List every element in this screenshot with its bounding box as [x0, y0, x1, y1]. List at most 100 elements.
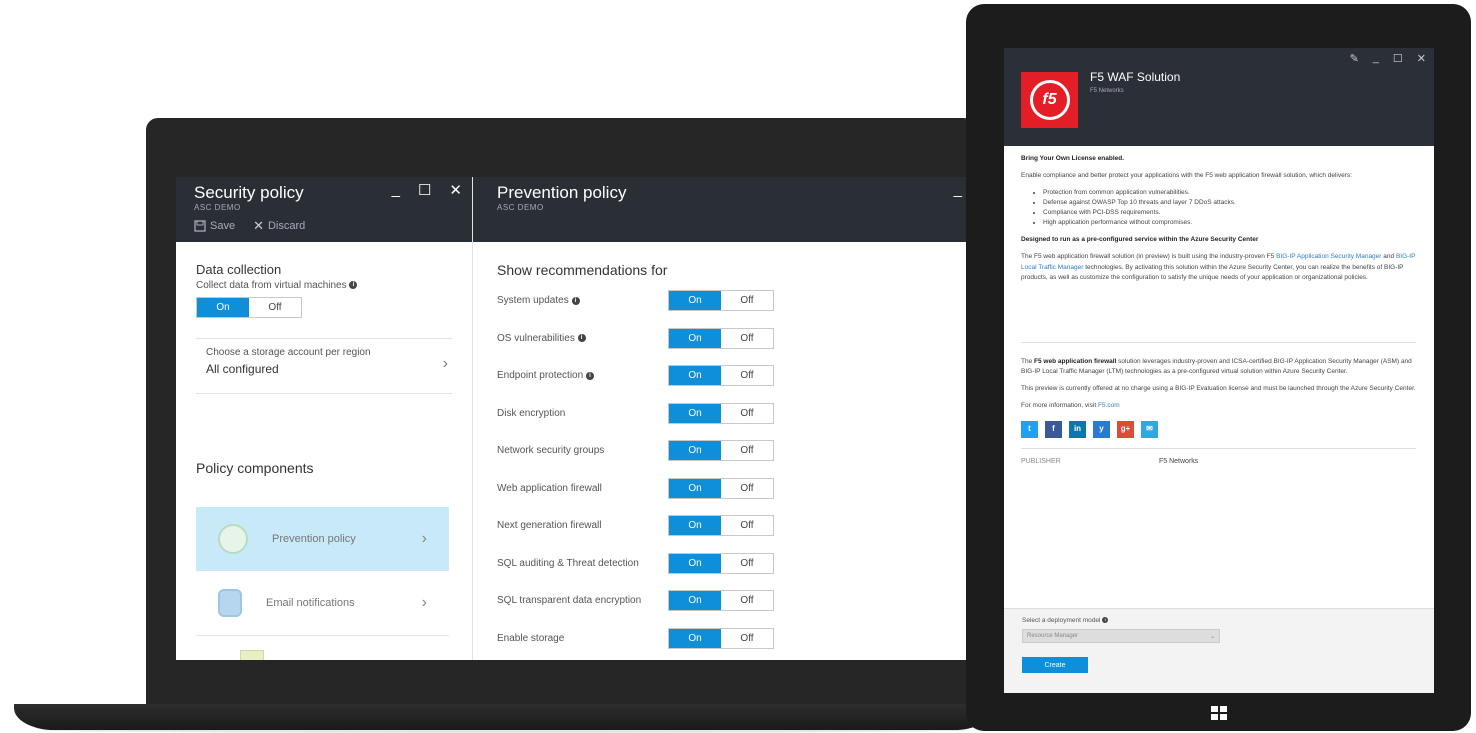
toggle-off[interactable]: Off	[721, 553, 773, 573]
recommendation-toggle[interactable]: On Off	[668, 477, 774, 499]
discard-label: Discard	[267, 220, 306, 232]
laptop-screen: Security policy ASC DEMO _ ☐ ✕ Save ✕ Di…	[176, 177, 966, 660]
toggle-on[interactable]: On	[669, 628, 721, 648]
storage-account-selector[interactable]: Choose a storage account per region All …	[196, 338, 452, 394]
toggle-off[interactable]: Off	[249, 298, 301, 317]
close-icon[interactable]: ✕	[1417, 52, 1426, 65]
windows-logo-icon[interactable]	[1211, 706, 1227, 720]
recommendation-toggle[interactable]: On Off	[668, 627, 774, 649]
recommendation-toggle[interactable]: On Off	[668, 440, 774, 462]
twitter-icon[interactable]: t	[1021, 420, 1038, 438]
deployment-model-select[interactable]: Resource Manager ⌄	[1022, 629, 1220, 643]
minimize-icon[interactable]: _	[954, 181, 962, 198]
policy-component-next[interactable]	[196, 635, 449, 660]
maximize-icon[interactable]: ☐	[418, 181, 431, 199]
f5-website-link[interactable]: F5.com	[1098, 402, 1120, 409]
recommendation-row: SQL transparent data encryption On Off	[497, 582, 942, 620]
facebook-icon[interactable]: f	[1045, 420, 1062, 438]
toggle-on[interactable]: On	[669, 553, 721, 573]
info-icon[interactable]: i	[1102, 617, 1109, 624]
recommendation-toggle[interactable]: On Off	[668, 515, 774, 537]
policy-component-label: Prevention policy	[272, 533, 356, 545]
f5-logo: f5	[1021, 72, 1078, 128]
recommendation-list: System updates i On Off OS vulnerabilities …	[497, 282, 942, 657]
recommendation-label-text: Web application firewall	[497, 482, 602, 494]
toggle-on[interactable]: On	[669, 366, 721, 386]
info-icon[interactable]: i	[349, 281, 358, 290]
create-button[interactable]: Create	[1022, 657, 1088, 673]
toggle-on[interactable]: On	[669, 328, 721, 348]
data-collection-toggle[interactable]: On Off	[196, 297, 302, 318]
toggle-on[interactable]: On	[197, 298, 249, 317]
recommendation-toggle[interactable]: On Off	[668, 365, 774, 387]
recommendation-label: Enable storage	[497, 633, 667, 644]
app-title: F5 WAF Solution	[1090, 70, 1181, 84]
toggle-on[interactable]: On	[669, 441, 721, 461]
security-blade-toolbar: Save ✕ Discard	[194, 218, 454, 234]
prevention-blade-controls: _	[954, 181, 962, 198]
save-button[interactable]: Save	[194, 218, 235, 234]
recommendation-toggle[interactable]: On Off	[668, 402, 774, 424]
prevention-policy-blade: Prevention policy ASC DEMO _ Show recomm…	[473, 177, 966, 660]
googleplus-icon[interactable]: g+	[1117, 420, 1134, 438]
text-span: For more information, visit	[1021, 401, 1098, 409]
linkedin-icon[interactable]: in	[1069, 420, 1086, 438]
benefit-item: Protection from common application vulne…	[1043, 188, 1416, 198]
toggle-on[interactable]: On	[669, 516, 721, 536]
info-icon[interactable]: i	[577, 334, 586, 343]
recommendation-label-text: System updates	[497, 295, 569, 307]
toggle-on[interactable]: On	[669, 403, 721, 423]
toggle-off[interactable]: Off	[721, 366, 773, 386]
recommendation-label-text: SQL auditing & Threat detection	[497, 557, 639, 569]
chevron-right-icon: ›	[421, 594, 427, 611]
prevention-blade-subtitle: ASC DEMO	[497, 203, 544, 212]
recommendation-label: SQL transparent data encryption	[497, 595, 667, 606]
email-icon[interactable]: ✉	[1141, 420, 1158, 438]
recommendation-row: OS vulnerabilities i On Off	[497, 320, 942, 358]
policy-component-prevention[interactable]: Prevention policy ›	[196, 507, 449, 571]
recommendation-row: Network security groups On Off	[497, 432, 942, 470]
minimize-icon[interactable]: _	[392, 181, 400, 199]
info-icon[interactable]: i	[585, 371, 594, 380]
maximize-icon[interactable]: ☐	[1393, 52, 1403, 65]
toggle-off[interactable]: Off	[721, 591, 773, 611]
toggle-off[interactable]: Off	[721, 441, 773, 461]
deployment-model-value: Resource Manager	[1027, 633, 1079, 639]
pin-icon[interactable]: ✎	[1350, 52, 1359, 65]
security-blade-controls: _ ☐ ✕	[392, 181, 462, 199]
windows-logo-pane	[1211, 706, 1218, 712]
recommendation-toggle[interactable]: On Off	[668, 327, 774, 349]
storage-account-label: Choose a storage account per region	[206, 347, 371, 358]
recommendation-label-text: OS vulnerabilities	[497, 332, 575, 344]
recommendations-title: Show recommendations for	[497, 262, 668, 278]
pricing-icon	[240, 650, 264, 660]
toggle-off[interactable]: Off	[721, 291, 773, 311]
recommendation-toggle[interactable]: On Off	[668, 290, 774, 312]
recommendation-toggle[interactable]: On Off	[668, 552, 774, 574]
toggle-off[interactable]: Off	[721, 516, 773, 536]
toggle-off[interactable]: Off	[721, 403, 773, 423]
recommendation-label: Web application firewall	[497, 483, 667, 494]
recommendation-label-text: Next generation firewall	[497, 520, 602, 532]
toggle-on[interactable]: On	[669, 478, 721, 498]
toggle-off[interactable]: Off	[721, 478, 773, 498]
recommendation-toggle[interactable]: On Off	[668, 590, 774, 612]
minimize-icon[interactable]: _	[1373, 52, 1379, 65]
yammer-icon[interactable]: y	[1093, 420, 1110, 438]
data-collection-description-text: Collect data from virtual machines	[196, 280, 347, 291]
toggle-off[interactable]: Off	[721, 628, 773, 648]
security-blade-body: Data collection Collect data from virtua…	[176, 242, 472, 496]
discard-button[interactable]: ✕ Discard	[253, 218, 305, 234]
policy-component-email[interactable]: Email notifications ›	[196, 571, 449, 635]
toggle-off[interactable]: Off	[721, 328, 773, 348]
recommendation-label: SQL auditing & Threat detection	[497, 558, 667, 569]
close-icon[interactable]: ✕	[449, 181, 462, 199]
recommendation-label-text: SQL transparent data encryption	[497, 595, 642, 607]
recommendation-row: Enable storage On Off	[497, 620, 942, 658]
windows-logo-pane	[1220, 706, 1227, 712]
info-icon[interactable]: i	[571, 296, 580, 305]
asm-link[interactable]: BIG-IP Application Security Manager	[1276, 253, 1381, 260]
toggle-on[interactable]: On	[669, 591, 721, 611]
toggle-on[interactable]: On	[669, 291, 721, 311]
tablet-description: Bring Your Own License enabled. Enable c…	[1004, 146, 1434, 482]
